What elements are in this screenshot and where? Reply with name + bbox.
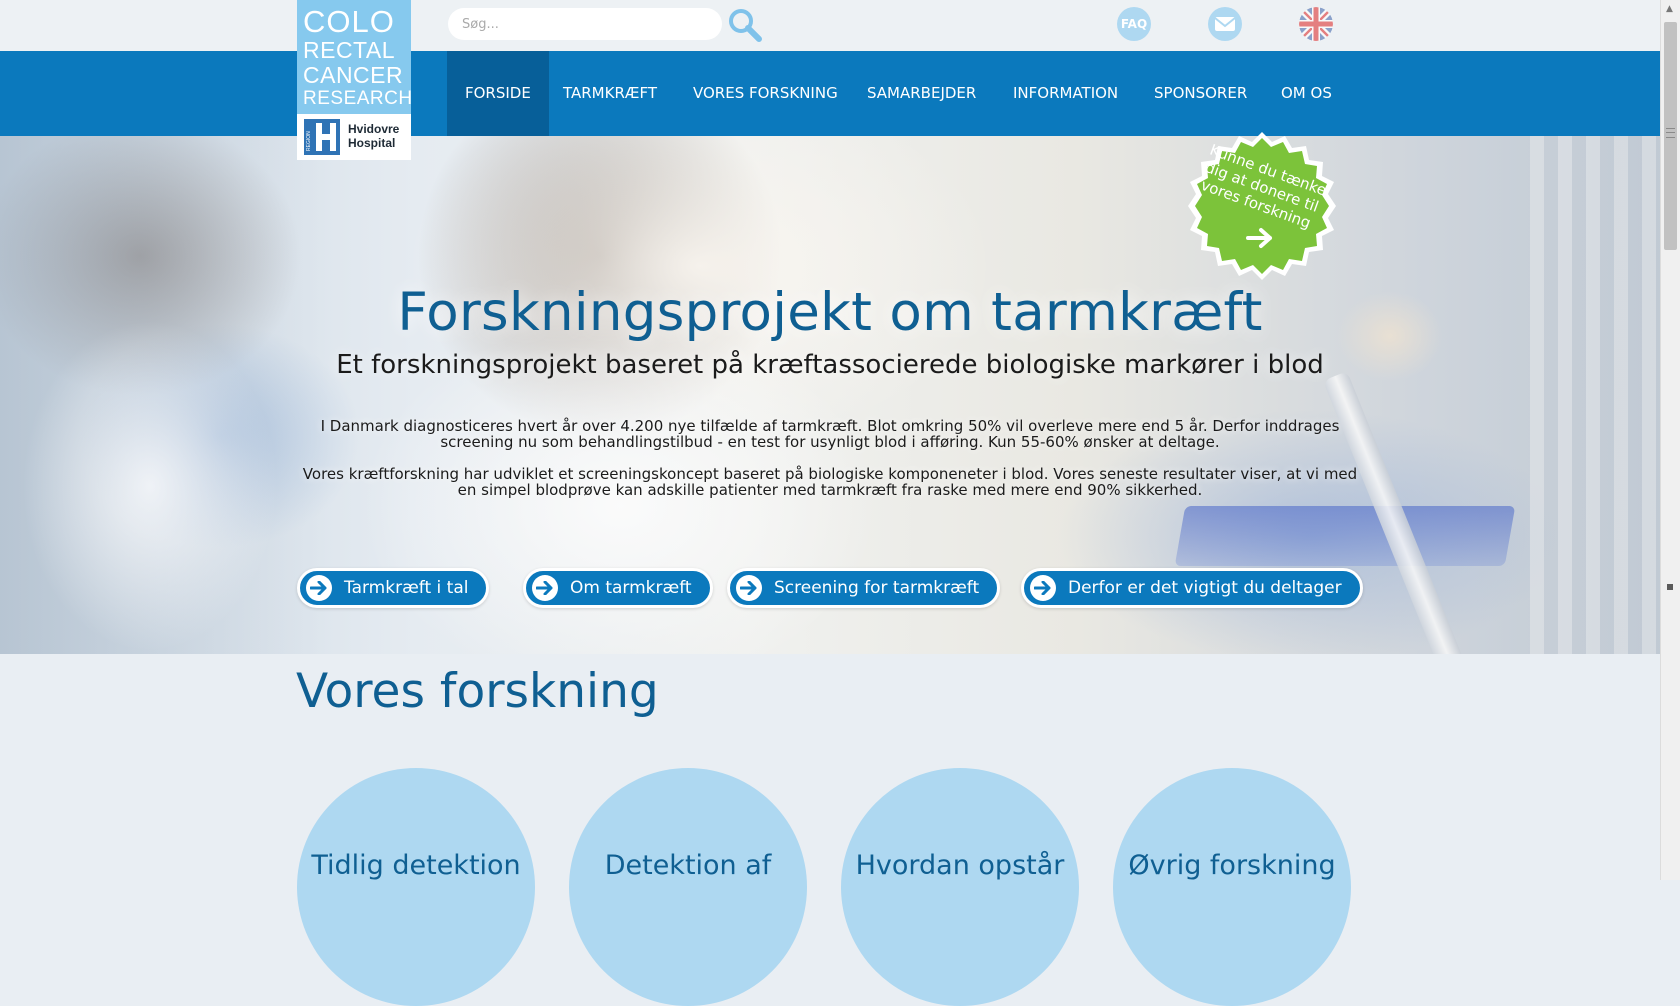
arrow-right-icon [1030,575,1056,601]
circle-label: Øvrig forskning [1128,850,1336,881]
hero-paragraph-2: Vores kræftforskning har udviklet et scr… [302,465,1358,499]
hero-banner: Forskningsprojekt om tarmkræft Et forskn… [0,136,1660,654]
search-button[interactable] [726,6,764,44]
nav-item-sponsorer[interactable]: SPONSORER [1136,51,1265,136]
scroll-up-arrow-icon[interactable]: ▲ [1666,4,1673,14]
main-navigation: FORSIDE TARMKRÆFT VORES FORSKNING SAMARB… [0,51,1660,136]
mail-icon[interactable] [1208,7,1242,41]
faq-label: FAQ [1120,17,1148,31]
button-tarmkraeft-i-tal[interactable]: Tarmkræft i tal [297,568,490,608]
hospital-logo: REGION Hvidovre Hospital [297,114,411,160]
region-label: REGION [306,131,312,151]
arrow-right-icon [1246,228,1272,248]
circle-label: Tidlig detektion [311,850,521,881]
circle-label: Hvordan opstår [855,850,1065,881]
research-circle-tidlig-detektion[interactable]: Tidlig detektion [297,768,535,1006]
nav-item-tarmkraeft[interactable]: TARMKRÆFT [545,51,675,136]
region-h-icon: REGION [304,119,340,155]
button-om-tarmkraeft[interactable]: Om tarmkræft [523,568,713,608]
button-label: Om tarmkræft [570,578,692,598]
logo-line-research: RESEARCH [303,88,413,109]
envelope-icon [1214,17,1236,31]
nav-item-information[interactable]: INFORMATION [995,51,1136,136]
research-section-title: Vores forskning [296,664,659,719]
nav-item-forside[interactable]: FORSIDE [447,51,549,136]
faq-icon[interactable]: FAQ [1117,7,1151,41]
logo-line-colo: COLO [303,4,395,39]
top-bar: FAQ [0,0,1660,51]
scrollbar-grip-icon [1666,128,1675,138]
logo-wordmark: COLO RECTAL CANCER RESEARCH [303,4,413,110]
hero-subtitle: Et forskningsprojekt baseret på kræftass… [336,350,1324,380]
uk-flag-icon[interactable] [1299,7,1333,41]
page-scrollbar[interactable]: ▲ [1660,0,1680,880]
hospital-name-line2: Hospital [348,136,396,150]
arrow-right-icon [532,575,558,601]
search-input[interactable] [448,8,722,40]
nav-item-vores-forskning[interactable]: VORES FORSKNING [675,51,856,136]
donate-badge[interactable]: Kunne du tænke dig at donere til vores f… [1186,130,1338,282]
circle-label: Detektion af [604,850,772,881]
site-logo[interactable]: COLO RECTAL CANCER RESEARCH REGION Hvido… [297,0,413,160]
research-circle-oevrig-forskning[interactable]: Øvrig forskning [1113,768,1351,1006]
arrow-right-icon [306,575,332,601]
logo-line-rectal: RECTAL [303,37,396,63]
hero-paragraph-1: I Danmark diagnosticeres hvert år over 4… [320,417,1340,451]
nav-item-samarbejder[interactable]: SAMARBEJDER [849,51,994,136]
scrollbar-marker [1667,584,1673,590]
hero-photo-pipettes [1530,136,1660,654]
hospital-name: Hvidovre Hospital [348,122,399,150]
search-icon [729,9,762,42]
button-derfor-deltage[interactable]: Derfor er det vigtigt du deltager [1021,568,1363,608]
research-circle-hvordan-opstaar[interactable]: Hvordan opstår [841,768,1079,1006]
button-label: Tarmkræft i tal [344,578,469,598]
nav-item-om-os[interactable]: OM OS [1263,51,1350,136]
research-circle-detektion-af[interactable]: Detektion af [569,768,807,1006]
arrow-right-icon [736,575,762,601]
hero-photo-tray [1174,506,1516,566]
button-screening-for-tarmkraeft[interactable]: Screening for tarmkræft [727,568,1001,608]
logo-line-cancer: CANCER [303,62,404,88]
button-label: Screening for tarmkræft [774,578,980,598]
button-label: Derfor er det vigtigt du deltager [1068,578,1342,598]
hospital-name-line1: Hvidovre [348,122,400,136]
hero-title: Forskningsprojekt om tarmkræft [397,282,1263,343]
